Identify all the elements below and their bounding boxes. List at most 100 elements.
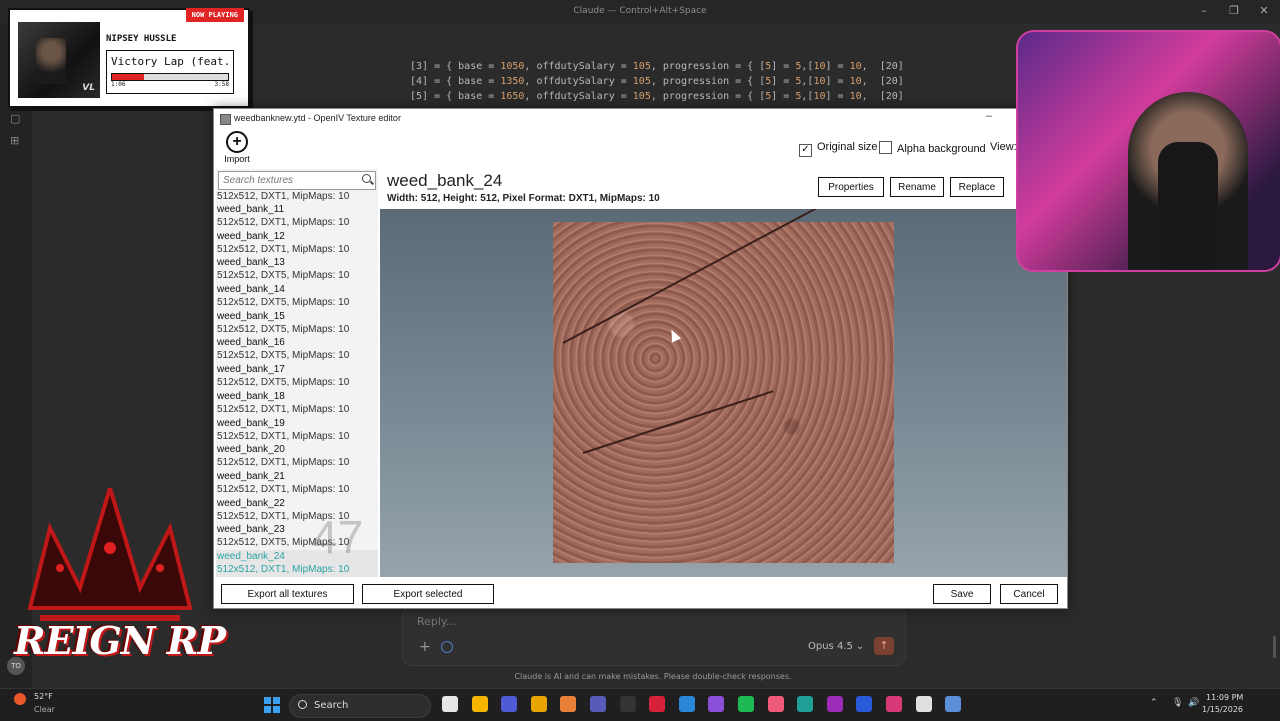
weather-description[interactable]: Clear <box>34 705 55 714</box>
vscode-icon[interactable] <box>678 696 695 712</box>
microphone-icon[interactable]: 🎙 <box>1172 698 1183 708</box>
texture-list-item[interactable]: weed_bank_20 512x512, DXT1, MipMaps: 10 <box>216 443 378 470</box>
texture-list-item[interactable]: weed_bank_14 512x512, DXT5, MipMaps: 10 <box>216 283 378 310</box>
album-cover: VL <box>18 22 100 98</box>
track-duration: 3:58 <box>214 81 229 88</box>
alpha-background-checkbox[interactable]: Alpha background <box>879 141 986 155</box>
texture-list-item[interactable]: weed_bank_15 512x512, DXT5, MipMaps: 10 <box>216 310 378 337</box>
folder-icon[interactable] <box>530 696 547 712</box>
volume-icon[interactable]: 🔊 <box>1188 698 1199 708</box>
openiv-icon[interactable] <box>945 696 962 712</box>
checkbox-checked-icon: ✓ <box>799 144 812 157</box>
code-p20: [20] <box>879 61 904 72</box>
selected-texture-name: weed_bank_24 <box>387 171 503 190</box>
texture-list-item[interactable]: weed_bank_19 512x512, DXT1, MipMaps: 10 <box>216 417 378 444</box>
taskbar-search[interactable]: Search <box>289 694 431 718</box>
avatar[interactable]: TO <box>7 657 25 675</box>
texture-list-item[interactable]: weed_bank_21 512x512, DXT1, MipMaps: 10 <box>216 470 378 497</box>
model-selector[interactable]: Opus 4.5 ⌄ <box>808 641 864 652</box>
properties-button[interactable]: Properties <box>818 177 884 197</box>
hs-icon[interactable] <box>826 696 843 712</box>
save-button[interactable]: Save <box>933 584 991 604</box>
restore-icon[interactable]: ❐ <box>1224 4 1244 17</box>
scrollbar[interactable] <box>1273 636 1276 658</box>
minimize-icon[interactable]: – <box>986 110 992 122</box>
texture-list-item[interactable]: weed_bank_11 512x512, DXT1, MipMaps: 10 <box>216 203 378 230</box>
clock-time[interactable]: 11:09 PM <box>1206 693 1243 702</box>
reply-composer[interactable]: Reply... + Opus 4.5 ⌄ ↑ <box>402 606 906 666</box>
taskbar: 52°F Clear Search ⌃ 🎙 🔊 11:09 PM 1/15/20… <box>0 688 1280 721</box>
terminal-icon[interactable] <box>619 696 636 712</box>
add-attachment-icon[interactable]: + <box>419 639 431 655</box>
code-token: , offdutySalary = <box>524 61 633 72</box>
texture-format: 512x512, DXT5, MipMaps: 10 <box>217 377 350 389</box>
now-playing-widget: NOW PLAYING VL NIPSEY HUSSLE Victory Lap… <box>8 8 250 108</box>
minimize-icon[interactable]: – <box>1194 4 1214 17</box>
code-p20: [20] <box>879 91 904 102</box>
code-token: ] = <box>825 91 850 102</box>
send-button[interactable]: ↑ <box>874 637 894 655</box>
github-icon[interactable] <box>708 696 725 712</box>
cancel-button[interactable]: Cancel <box>1000 584 1058 604</box>
perplexity-icon[interactable] <box>797 696 814 712</box>
original-size-checkbox[interactable]: ✓ Original size <box>799 141 878 157</box>
texture-name: weed_bank_14 <box>217 284 285 296</box>
texture-list-item[interactable]: 512x512, DXT1, MipMaps: 10 <box>216 190 378 203</box>
close-icon[interactable]: ✕ <box>1254 4 1274 17</box>
search-box[interactable] <box>218 171 376 190</box>
texture-format: 512x512, DXT1, MipMaps: 10 <box>217 483 350 495</box>
spotify-icon[interactable] <box>738 696 754 712</box>
clock-date[interactable]: 1/15/2026 <box>1202 705 1243 714</box>
media-player-icon[interactable] <box>915 696 932 712</box>
texture-list-item[interactable]: weed_bank_13 512x512, DXT5, MipMaps: 10 <box>216 256 378 283</box>
texture-name: weed_bank_21 <box>217 470 285 482</box>
chats-icon[interactable]: ▢ <box>10 112 22 125</box>
brand-logo-text: REIGN RP <box>14 618 226 663</box>
maps-icon[interactable] <box>886 696 902 712</box>
texture-format: 512x512, DXT1, MipMaps: 10 <box>217 403 350 415</box>
code-token: ,[ <box>801 61 814 72</box>
texture-list-item[interactable]: weed_bank_16 512x512, DXT5, MipMaps: 10 <box>216 336 378 363</box>
disclaimer: Claude is AI and can make mistakes. Plea… <box>514 672 792 681</box>
track-title: Victory Lap (feat... <box>111 55 231 68</box>
texture-crack <box>582 390 774 454</box>
streaming-app-icon[interactable] <box>767 696 784 712</box>
arrow-up-icon: ↑ <box>879 639 889 652</box>
texture-list-item[interactable]: weed_bank_12 512x512, DXT1, MipMaps: 10 <box>216 230 378 257</box>
chrome-icon[interactable] <box>471 696 488 712</box>
replace-button[interactable]: Replace <box>950 177 1004 197</box>
reply-input[interactable]: Reply... <box>417 615 456 628</box>
selected-texture-info: Width: 512, Height: 512, Pixel Format: D… <box>387 193 660 204</box>
export-selected-button[interactable]: Export selected <box>362 584 494 604</box>
rename-button[interactable]: Rename <box>890 177 944 197</box>
acrobat-icon[interactable] <box>649 696 666 712</box>
affinity-icon[interactable] <box>560 696 577 712</box>
code-token: , <box>861 76 880 87</box>
extended-thinking-icon[interactable] <box>441 641 453 653</box>
remote-icon[interactable] <box>856 696 873 712</box>
import-button[interactable]: + Import <box>222 131 252 167</box>
weather-icon[interactable] <box>14 693 26 705</box>
code-base: 1650 <box>500 91 525 102</box>
code-token: 10 <box>813 91 826 102</box>
album-cover-figure <box>36 38 66 84</box>
code-line: [3] = { base = 1050, offdutySalary = 105… <box>410 61 910 76</box>
search-icon[interactable] <box>362 174 371 183</box>
chevron-up-icon[interactable]: ⌃ <box>1150 698 1158 708</box>
texture-name: weed_bank_16 <box>217 337 285 349</box>
texture-list-item[interactable]: weed_bank_18 512x512, DXT1, MipMaps: 10 <box>216 390 378 417</box>
texture-list-item[interactable]: weed_bank_17 512x512, DXT5, MipMaps: 10 <box>216 363 378 390</box>
discord-icon[interactable] <box>501 696 518 712</box>
export-all-textures-button[interactable]: Export all textures <box>221 584 354 604</box>
windows-start-icon[interactable] <box>264 697 280 713</box>
code-value: 10 <box>849 76 862 87</box>
unknown-app-icon[interactable] <box>590 696 606 712</box>
file-explorer-icon[interactable] <box>442 696 458 712</box>
code-token: ] = <box>771 76 796 87</box>
weather-temperature[interactable]: 52°F <box>34 692 53 701</box>
code-p20: [20] <box>879 76 904 87</box>
model-label: Opus 4.5 <box>808 641 853 652</box>
search-input[interactable] <box>223 173 353 187</box>
apps-icon[interactable]: ⊞ <box>10 134 22 147</box>
editor-bottom-bar: Export all textures Export selected Save… <box>214 577 1067 608</box>
